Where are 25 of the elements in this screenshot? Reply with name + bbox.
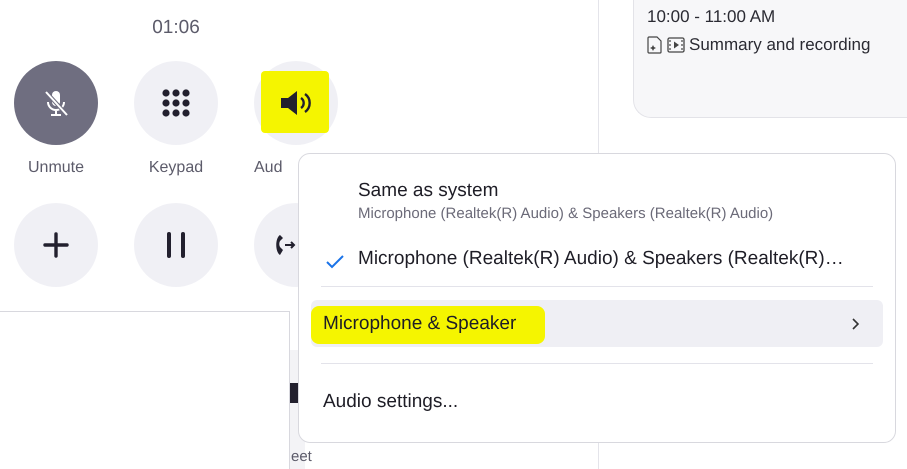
pause-icon bbox=[164, 232, 188, 258]
option-label: Same as system bbox=[358, 180, 500, 202]
speaker-icon bbox=[279, 88, 313, 118]
video-icon bbox=[667, 37, 685, 53]
phone-arrow-icon bbox=[276, 234, 296, 256]
audio-option[interactable]: Microphone (Realtek(R) Audio) & Speakers (Realtek(R)… bbox=[311, 248, 883, 270]
plus-icon bbox=[42, 231, 70, 259]
keypad-icon bbox=[160, 87, 192, 119]
summary-link[interactable]: Summary and recording bbox=[689, 35, 870, 55]
meeting-card[interactable]: 10:00 - 11:00 AM Summary and recording bbox=[633, 0, 907, 118]
audio-option[interactable]: Same as system Microphone (Realtek(R) Audio) & Speakers (Realtek(R) Audio) bbox=[311, 180, 883, 222]
control-label: Aud bbox=[254, 159, 282, 178]
option-label: Microphone (Realtek(R) Audio) & Speakers (Realtek(R)… bbox=[358, 248, 844, 270]
submenu-label: Microphone & Speaker bbox=[323, 312, 516, 334]
audio-settings-item[interactable]: Audio settings... bbox=[311, 383, 470, 421]
control-label: Keypad bbox=[148, 159, 204, 178]
submenu-item[interactable]: Microphone & Speaker bbox=[311, 300, 883, 347]
background-text: eet bbox=[291, 448, 312, 465]
option-detail: Microphone (Realtek(R) Audio) & Speakers (Realtek(R) Audio) bbox=[358, 205, 774, 222]
chevron-right-icon bbox=[851, 316, 861, 330]
document-icon bbox=[647, 36, 663, 54]
meeting-time: 10:00 - 11:00 AM bbox=[647, 7, 776, 27]
highlight-mark bbox=[261, 71, 329, 133]
call-timer: 01:06 bbox=[151, 17, 201, 39]
control-label: Unmute bbox=[28, 159, 84, 178]
